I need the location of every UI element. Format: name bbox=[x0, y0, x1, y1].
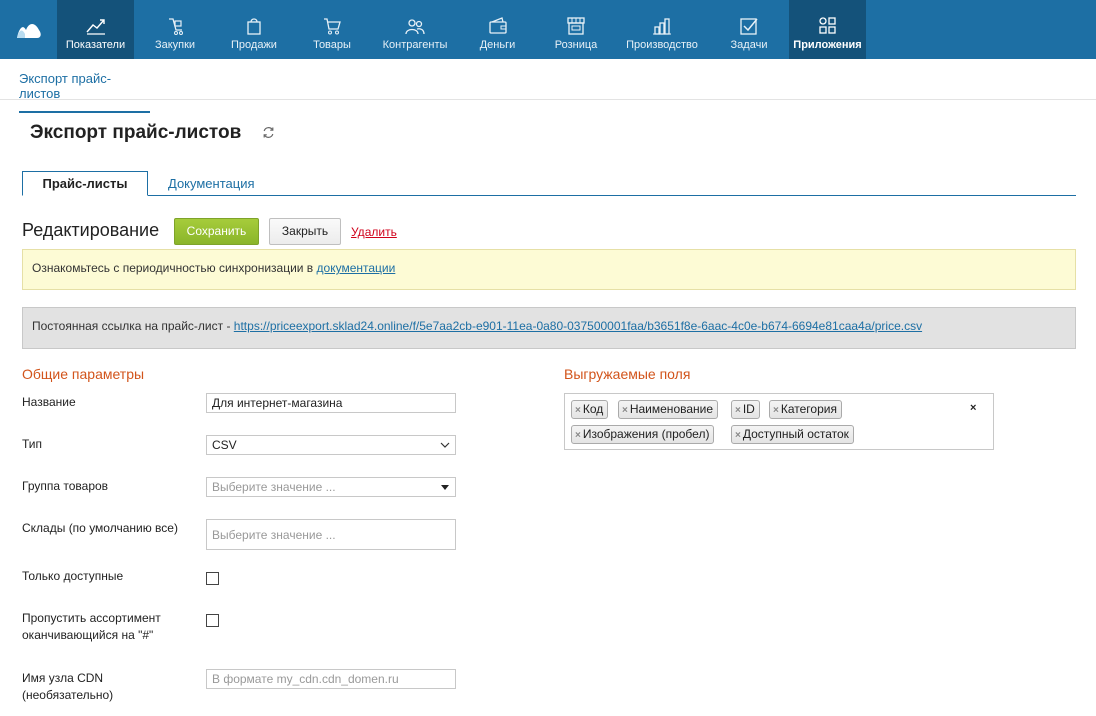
apps-icon bbox=[818, 17, 836, 34]
warehouses-label: Склады (по умолчанию все) bbox=[22, 521, 178, 535]
chip-label: Изображения (пробел) bbox=[582, 427, 710, 441]
remove-chip-icon[interactable]: × bbox=[575, 405, 581, 416]
field-chip-images: × Изображения (пробел) bbox=[571, 425, 715, 444]
nav-label: Контрагенты bbox=[382, 39, 448, 51]
nav-item-apps[interactable]: Приложения bbox=[789, 0, 866, 59]
chevron-down-icon bbox=[440, 442, 450, 448]
breadcrumb[interactable]: Экспорт прайс-листов bbox=[19, 71, 150, 113]
close-button[interactable]: Закрыть bbox=[269, 218, 341, 245]
cdn-label-line1: Имя узла CDN bbox=[22, 671, 104, 685]
top-navigation: Показатели Закупки Продажи Товары Контра… bbox=[0, 0, 1096, 59]
group-placeholder: Выберите значение ... bbox=[212, 480, 336, 494]
chip-label: Код bbox=[582, 402, 604, 416]
general-params-title: Общие параметры bbox=[22, 366, 145, 382]
sync-notice: Ознакомьтесь с периодичностью синхрониза… bbox=[22, 249, 1076, 290]
nav-label: Приложения bbox=[793, 39, 862, 51]
chip-label: Доступный остаток bbox=[742, 427, 849, 441]
purchase-icon bbox=[169, 18, 183, 35]
nav-label: Показатели bbox=[65, 39, 126, 51]
nav-item-sales[interactable]: Продажи bbox=[216, 0, 292, 59]
chart-line-icon bbox=[85, 19, 105, 35]
remove-chip-icon[interactable]: × bbox=[575, 430, 581, 441]
skip-label-line2: оканчивающийся на "#" bbox=[22, 628, 154, 642]
nav-item-purchases[interactable]: Закупки bbox=[134, 0, 216, 59]
skip-checkbox[interactable] bbox=[206, 614, 219, 627]
edit-title: Редактирование bbox=[22, 220, 160, 240]
page-title: Экспорт прайс-листов bbox=[30, 122, 242, 143]
skip-label: Пропустить ассортимент оканчивающийся на… bbox=[22, 610, 161, 644]
nav-label: Задачи bbox=[730, 39, 768, 51]
name-input[interactable]: Для интернет-магазина bbox=[206, 393, 456, 413]
field-chip-category: × Категория bbox=[769, 400, 842, 419]
field-chip-code: × Код bbox=[571, 400, 609, 419]
nav-item-goods[interactable]: Товары bbox=[292, 0, 372, 59]
wallet-icon bbox=[488, 17, 507, 34]
cdn-label-line2: (необязательно) bbox=[22, 688, 114, 702]
checkbox-icon bbox=[740, 18, 758, 35]
field-chip-available-stock: × Доступный остаток bbox=[731, 425, 854, 444]
exported-fields-title: Выгружаемые поля bbox=[564, 366, 691, 382]
nav-item-tasks[interactable]: Задачи bbox=[709, 0, 789, 59]
nav-label: Закупки bbox=[154, 39, 196, 51]
chip-label: Категория bbox=[780, 402, 837, 416]
group-label: Группа товаров bbox=[22, 479, 109, 493]
chip-label: Наименование bbox=[629, 402, 714, 416]
tab-documentation[interactable]: Документация bbox=[168, 171, 255, 196]
remove-chip-icon[interactable]: × bbox=[622, 405, 628, 416]
sub-bar: Экспорт прайс-листов bbox=[0, 59, 1096, 113]
people-icon bbox=[405, 19, 425, 35]
warehouses-select[interactable]: Выберите значение ... bbox=[206, 519, 456, 550]
remove-chip-icon[interactable]: × bbox=[773, 405, 779, 416]
nav-label: Производство bbox=[626, 39, 698, 51]
nav-label: Продажи bbox=[231, 39, 277, 51]
caret-down-icon bbox=[441, 485, 449, 490]
factory-icon bbox=[653, 18, 671, 35]
delete-link[interactable]: Удалить bbox=[351, 225, 397, 239]
field-chip-name: × Наименование bbox=[618, 400, 719, 419]
permalink-box: Постоянная ссылка на прайс-лист - https:… bbox=[22, 307, 1076, 349]
store-icon bbox=[567, 17, 585, 35]
name-label: Название bbox=[22, 395, 76, 409]
nav-item-production[interactable]: Производство bbox=[615, 0, 709, 59]
shopping-bag-icon bbox=[247, 18, 261, 35]
remove-chip-icon[interactable]: × bbox=[735, 405, 741, 416]
group-select[interactable]: Выберите значение ... bbox=[206, 477, 456, 497]
notice-text: Ознакомьтесь с периодичностью синхрониза… bbox=[32, 261, 317, 275]
nav-label: Розница bbox=[554, 39, 598, 51]
logo[interactable] bbox=[0, 0, 57, 59]
only-available-checkbox[interactable] bbox=[206, 572, 219, 585]
nav-label: Деньги bbox=[479, 39, 516, 51]
warehouses-placeholder: Выберите значение ... bbox=[212, 528, 336, 542]
tabs: Прайс-листы Документация bbox=[22, 171, 1076, 196]
nav-item-counterparties[interactable]: Контрагенты bbox=[372, 0, 458, 59]
permalink-text: Постоянная ссылка на прайс-лист - bbox=[32, 319, 234, 333]
field-chip-id: × ID bbox=[731, 400, 760, 419]
nav-item-indicators[interactable]: Показатели bbox=[57, 0, 134, 59]
nav-item-retail[interactable]: Розница bbox=[537, 0, 615, 59]
exported-fields-box[interactable]: × Код × Наименование × ID × Категория × Изобр… bbox=[564, 393, 994, 450]
nav-item-money[interactable]: Деньги bbox=[458, 0, 537, 59]
remove-chip-icon[interactable]: × bbox=[735, 430, 741, 441]
cart-icon bbox=[324, 18, 341, 35]
cdn-label: Имя узла CDN (необязательно) bbox=[22, 670, 113, 704]
nav-label: Товары bbox=[313, 39, 351, 51]
type-label: Тип bbox=[22, 437, 43, 451]
refresh-icon[interactable] bbox=[262, 126, 275, 139]
only-available-label: Только доступные bbox=[22, 569, 124, 583]
documentation-link[interactable]: документации bbox=[317, 261, 396, 275]
type-select-value: CSV bbox=[212, 438, 237, 452]
cdn-placeholder: В формате my_cdn.cdn_domen.ru bbox=[212, 672, 399, 686]
type-select[interactable]: CSV bbox=[206, 435, 456, 455]
save-button[interactable]: Сохранить bbox=[174, 218, 259, 245]
clear-all-icon[interactable]: × bbox=[970, 402, 976, 414]
permalink-url[interactable]: https://priceexport.sklad24.online/f/5e7… bbox=[234, 319, 922, 333]
chip-label: ID bbox=[742, 402, 755, 416]
tab-price-lists[interactable]: Прайс-листы bbox=[22, 171, 148, 196]
skip-label-line1: Пропустить ассортимент bbox=[22, 611, 161, 625]
logo-icon bbox=[16, 23, 41, 38]
cdn-input[interactable]: В формате my_cdn.cdn_domen.ru bbox=[206, 669, 456, 689]
